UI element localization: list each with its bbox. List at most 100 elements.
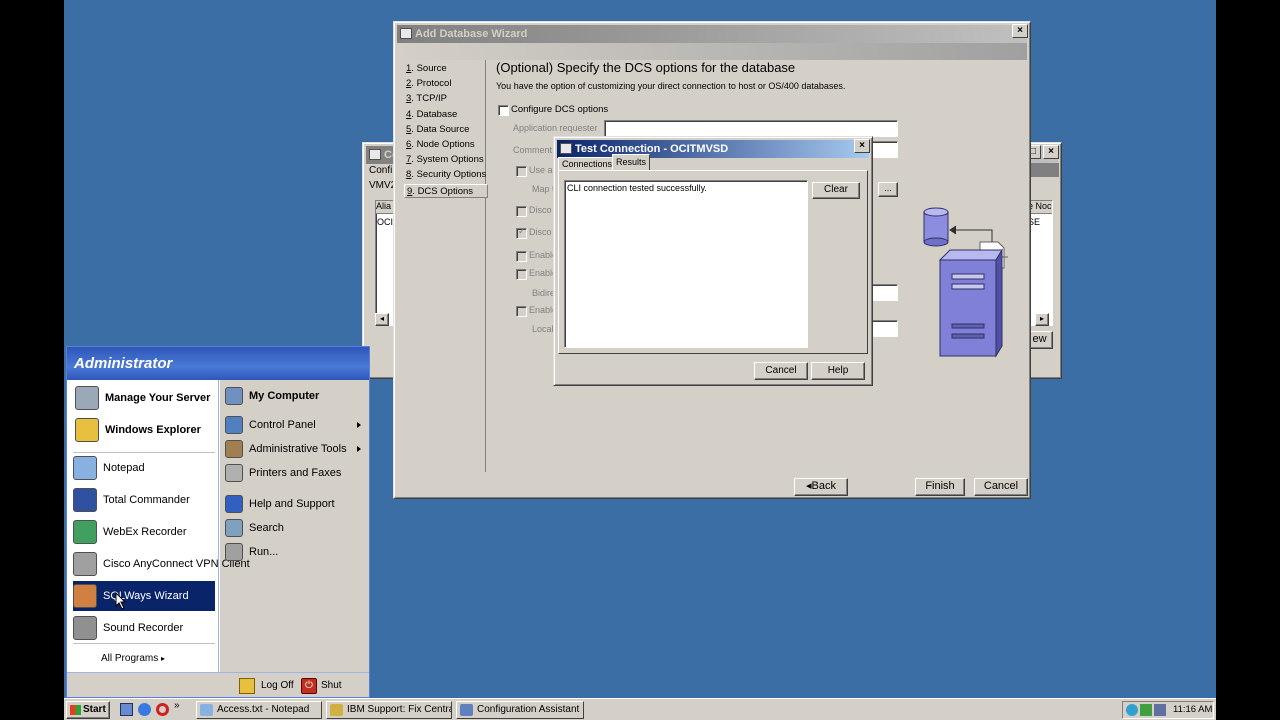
tab-connections[interactable]: Connections [558, 157, 617, 171]
tab-results[interactable]: Results [612, 154, 651, 171]
start-menu-link-label: Help and Support [249, 498, 335, 510]
comment-field[interactable] [870, 141, 898, 158]
test-help-button[interactable]: Help [811, 362, 865, 380]
pinned-program-label: Windows Explorer [105, 424, 201, 436]
start-menu-link-label: Run... [249, 546, 279, 558]
recent-program-label: Total Commander [103, 494, 190, 506]
show-desktop-icon[interactable] [120, 703, 133, 716]
taskbar-button[interactable]: IBM Support: Fix Central... [326, 701, 452, 719]
recent-program[interactable]: Cisco AnyConnect VPN Client [73, 549, 250, 579]
app-icon [369, 149, 381, 160]
use-a-label: Use a [529, 165, 553, 175]
start-menu-link[interactable]: Help and Support [225, 493, 365, 515]
database-list[interactable]: Alia OCI [375, 200, 394, 326]
recent-program[interactable]: Notepad [73, 453, 215, 483]
shield-icon[interactable] [1140, 704, 1152, 716]
wizard-step[interactable]: 1. Source [404, 62, 488, 76]
configure-dcs-checkbox[interactable] [498, 105, 509, 116]
start-menu: Administrator Manage Your Server Windows … [66, 346, 370, 709]
chevron-icon[interactable]: » [174, 700, 180, 711]
start-menu-link-label: Administrative Tools [249, 443, 347, 455]
recent-program[interactable]: Total Commander [73, 485, 215, 515]
use-a-checkbox[interactable] [516, 166, 527, 177]
taskbar: Start » Access.txt - Notepad IBM Support:… [64, 698, 1216, 720]
back-button[interactable]: ◂Back [794, 478, 848, 496]
recent-program[interactable]: WebEx Recorder [73, 517, 215, 547]
disco-checkbox-1[interactable] [516, 206, 527, 217]
task-icon [460, 704, 473, 716]
bidire-label: Bidire [532, 288, 556, 298]
list-header-right: e Noc [1028, 201, 1052, 214]
taskbar-button-label: Configuration Assistant [477, 704, 580, 715]
cancel-button[interactable]: Cancel [974, 478, 1028, 496]
enable-checkbox-2[interactable] [516, 269, 527, 280]
log-off-button[interactable]: Log Off [239, 677, 294, 695]
scroll-right-button[interactable]: ▸ [1035, 313, 1049, 326]
bidire-field[interactable] [870, 284, 898, 301]
start-menu-link[interactable]: Printers and Faxes [225, 462, 365, 484]
test-cancel-button[interactable]: Cancel [754, 362, 808, 380]
taskbar-button[interactable]: Configuration Assistant [456, 701, 584, 719]
enable-checkbox-3[interactable] [516, 306, 527, 317]
wizard-step[interactable]: 7. System Options [404, 153, 488, 167]
shut-down-button[interactable]: ⏻ Shut Down [301, 677, 369, 709]
disco-checkbox-2[interactable]: ✓ [516, 226, 527, 239]
wizard-step[interactable]: 3. TCP/IP [404, 92, 488, 106]
pinned-program[interactable]: Manage Your Server [75, 383, 215, 413]
wizard-step[interactable]: 4. Database [404, 108, 488, 122]
server-icon [75, 386, 99, 410]
recent-program-label: WebEx Recorder [103, 526, 187, 538]
finish-button[interactable]: Finish [915, 478, 965, 496]
wizard-step[interactable]: 2. Protocol [404, 77, 488, 91]
start-button[interactable]: Start [66, 701, 110, 719]
search-icon [225, 519, 243, 537]
wizard-step[interactable]: 5. Data Source [404, 123, 488, 137]
browse-button[interactable]: ... [878, 182, 898, 197]
close-button[interactable]: × [1043, 145, 1059, 159]
clear-button[interactable]: Clear [812, 182, 860, 199]
menu-bar[interactable]: Confi [369, 165, 392, 176]
network-icon[interactable] [1126, 704, 1138, 716]
wizard-step-label: . TCP/IP [411, 93, 448, 105]
wizard-step-label: . Data Source [411, 123, 470, 135]
internet-explorer-icon[interactable] [138, 703, 151, 716]
start-menu-link[interactable]: Control Panel [225, 414, 365, 436]
list-header: Alia [376, 201, 394, 214]
enable-checkbox-1[interactable] [516, 251, 527, 262]
taskbar-button[interactable]: Access.txt - Notepad [196, 701, 322, 719]
floppy-icon [73, 488, 97, 512]
test-connection-titlebar[interactable]: Test Connection - OCITMVSD [557, 140, 869, 158]
pinned-program[interactable]: Windows Explorer [75, 415, 215, 445]
results-textarea[interactable]: CLI connection tested successfully. [564, 180, 808, 348]
start-menu-link[interactable]: Run... [225, 541, 365, 563]
wizard-titlebar[interactable]: Add Database Wizard [397, 25, 1027, 43]
recent-program[interactable]: SQLWays Wizard [73, 581, 215, 611]
scroll-left-button[interactable]: ◂ [375, 313, 389, 326]
wizard-close-button[interactable]: × [1012, 24, 1028, 38]
display-icon[interactable] [1154, 704, 1166, 716]
wizard-step[interactable]: 6. Node Options [404, 138, 488, 152]
start-menu-link[interactable]: My Computer [225, 385, 365, 407]
local-field[interactable] [870, 320, 898, 337]
wizard-step-label: . Database [411, 108, 458, 120]
start-menu-header: Administrator [67, 347, 369, 380]
power-icon: ⏻ [301, 678, 317, 694]
wizard-banner [397, 43, 1027, 60]
clock[interactable]: 11:16 AM [1173, 704, 1212, 715]
test-dialog-close-button[interactable]: × [854, 139, 870, 153]
steps-panel: 1. Source 2. Protocol 3. TCP/IP 4. Database… [398, 60, 488, 472]
opera-icon[interactable] [156, 703, 169, 716]
wizard-step-label: . Source [411, 63, 447, 74]
explorer-icon [75, 418, 99, 442]
recent-program[interactable]: Sound Recorder [73, 613, 215, 643]
start-menu-link[interactable]: Search [225, 517, 365, 539]
wizard-step[interactable]: 9. DCS Options [404, 183, 488, 198]
start-menu-user: Administrator [74, 355, 173, 372]
all-programs-button[interactable]: All Programs ▸ [101, 653, 165, 664]
start-menu-link[interactable]: Administrative Tools [225, 438, 365, 460]
wizard-step[interactable]: 8. Security Options [404, 168, 488, 182]
log-off-icon [239, 678, 255, 694]
app-requester-field[interactable] [604, 120, 898, 137]
help-icon [225, 495, 243, 513]
wizard-icon [400, 28, 412, 39]
